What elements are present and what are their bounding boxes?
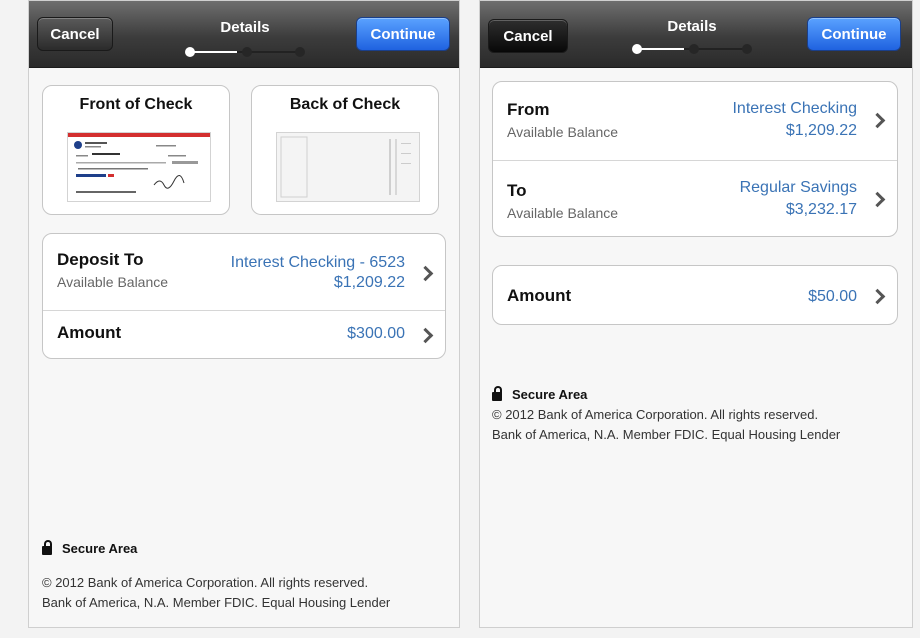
- to-label: To: [507, 181, 527, 200]
- amount-value: $50.00: [808, 288, 857, 305]
- deposit-to-row[interactable]: Deposit To Available Balance Interest Ch…: [43, 234, 445, 310]
- continue-button[interactable]: Continue: [356, 17, 450, 51]
- from-balance: $1,209.22: [785, 122, 857, 139]
- chevron-right-icon: [417, 265, 434, 282]
- fdic-text: Bank of America, N.A. Member FDIC. Equal…: [492, 427, 841, 442]
- from-row[interactable]: From Available Balance Interest Checking…: [493, 82, 897, 160]
- continue-button[interactable]: Continue: [807, 17, 901, 51]
- lock-icon: [492, 385, 502, 401]
- transfer-screen: Cancel Details Continue From Available B…: [479, 0, 913, 628]
- progress-indicator: [185, 47, 305, 57]
- to-balance: $3,232.17: [785, 201, 857, 218]
- deposit-account: Interest Checking - 6523: [230, 254, 405, 271]
- deposit-details-group: Deposit To Available Balance Interest Ch…: [42, 233, 446, 359]
- from-label: From: [507, 100, 550, 119]
- progress-fill: [640, 48, 684, 50]
- secure-area: Secure Area: [42, 539, 138, 556]
- chevron-right-icon: [417, 327, 434, 344]
- progress-dot-2: [689, 44, 699, 54]
- legal-text: © 2012 Bank of America Corporation. All …: [42, 573, 390, 613]
- chevron-right-icon: [869, 112, 886, 129]
- lock-icon: [42, 539, 52, 555]
- amount-value: $300.00: [347, 325, 405, 342]
- back-of-check-label: Back of Check: [289, 96, 401, 113]
- progress-dot-2: [242, 47, 252, 57]
- check-back-image: [276, 132, 420, 202]
- copyright-text: © 2012 Bank of America Corporation. All …: [492, 407, 819, 422]
- navbar: Cancel Details Continue: [480, 1, 912, 68]
- secure-area-label: Secure Area: [512, 387, 588, 402]
- back-of-check-card[interactable]: Back of Check: [251, 85, 439, 215]
- progress-dot-1: [632, 44, 642, 54]
- legal-text: © 2012 Bank of America Corporation. All …: [492, 405, 840, 445]
- transfer-accounts-group: From Available Balance Interest Checking…: [492, 81, 898, 237]
- deposit-to-label: Deposit To: [57, 250, 144, 269]
- progress-indicator: [632, 44, 752, 54]
- navbar: Cancel Details Continue: [29, 1, 459, 68]
- chevron-right-icon: [869, 191, 886, 208]
- progress-fill: [193, 51, 237, 53]
- fdic-text: Bank of America, N.A. Member FDIC. Equal…: [42, 595, 391, 610]
- amount-label: Amount: [507, 286, 572, 305]
- available-balance-label: Available Balance: [57, 274, 169, 290]
- to-account: Regular Savings: [739, 179, 857, 196]
- deposit-balance: $1,209.22: [333, 274, 405, 291]
- progress-dot-3: [295, 47, 305, 57]
- amount-label: Amount: [57, 323, 122, 342]
- available-balance-label: Available Balance: [507, 205, 619, 221]
- page-title: Details: [667, 18, 717, 35]
- secure-area: Secure Area: [492, 385, 588, 402]
- copyright-text: © 2012 Bank of America Corporation. All …: [42, 575, 369, 590]
- progress-dot-3: [742, 44, 752, 54]
- progress-dot-1: [185, 47, 195, 57]
- amount-row[interactable]: Amount $50.00: [493, 266, 897, 324]
- front-of-check-card[interactable]: Front of Check: [42, 85, 230, 215]
- front-of-check-label: Front of Check: [79, 96, 193, 113]
- check-front-image: [67, 132, 211, 202]
- amount-row[interactable]: Amount $300.00: [43, 310, 445, 358]
- from-account: Interest Checking: [732, 100, 857, 117]
- cancel-button[interactable]: Cancel: [488, 19, 568, 53]
- available-balance-label: Available Balance: [507, 124, 619, 140]
- secure-area-label: Secure Area: [62, 541, 138, 556]
- to-row[interactable]: To Available Balance Regular Savings $3,…: [493, 160, 897, 236]
- page-title: Details: [220, 19, 270, 36]
- amount-group: Amount $50.00: [492, 265, 898, 325]
- cancel-button[interactable]: Cancel: [37, 17, 113, 51]
- chevron-right-icon: [869, 288, 886, 305]
- deposit-check-screen: Cancel Details Continue Front of Check B…: [28, 0, 460, 628]
